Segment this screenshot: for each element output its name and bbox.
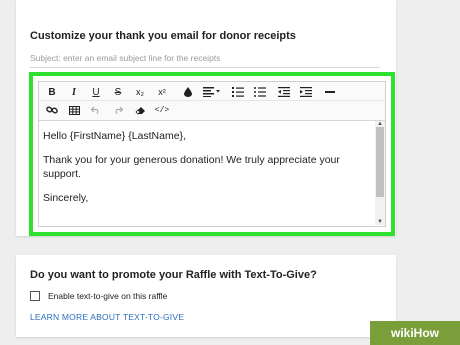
insert-link-button[interactable]	[43, 102, 61, 118]
email-section-heading: Customize your thank you email for donor…	[30, 30, 296, 42]
strikethrough-button[interactable]: S	[109, 84, 127, 100]
text-to-give-label: Enable text-to-give on this raffle	[48, 291, 168, 301]
wikihow-watermark: wiki How	[370, 321, 460, 345]
indent-button[interactable]	[297, 84, 315, 100]
greeting-line: Hello {FirstName} {LastName},	[43, 130, 186, 142]
text-color-button[interactable]	[179, 84, 197, 100]
italic-button[interactable]: I	[65, 84, 83, 100]
horizontal-rule-button[interactable]	[321, 84, 339, 100]
bold-button[interactable]: B	[43, 84, 61, 100]
align-dropdown[interactable]	[201, 84, 223, 100]
source-code-button[interactable]: </>	[153, 102, 171, 118]
bulleted-list-button[interactable]	[251, 84, 269, 100]
text-to-give-option[interactable]: Enable text-to-give on this raffle	[30, 291, 167, 301]
subscript-button[interactable]: x₂	[131, 84, 149, 100]
watermark-prefix: wiki	[390, 326, 414, 340]
text-to-give-checkbox[interactable]	[30, 291, 40, 301]
indent-icon	[300, 87, 312, 97]
redo-button[interactable]	[109, 102, 127, 118]
watermark-suffix: How	[413, 326, 440, 340]
editor-body[interactable]: Hello {FirstName} {LastName}, Thank you …	[39, 121, 374, 225]
align-left-icon	[203, 87, 220, 97]
eraser-icon	[134, 106, 145, 115]
insert-table-button[interactable]	[65, 102, 83, 118]
outdent-icon	[278, 87, 290, 97]
numbered-list-button[interactable]	[229, 84, 247, 100]
link-icon	[46, 106, 58, 114]
editor-toolbar: B I U S x₂ x² </>	[39, 82, 385, 121]
scroll-down-icon[interactable]: ▼	[376, 219, 384, 225]
editor-highlight-box: B I U S x₂ x² </> Hello {FirstName} {Las…	[29, 72, 395, 236]
clear-format-button[interactable]	[131, 102, 149, 118]
undo-icon	[91, 106, 99, 114]
learn-more-link[interactable]: LEARN MORE ABOUT TEXT-TO-GIVE	[30, 312, 184, 322]
editor-scrollbar[interactable]: ▲ ▼	[375, 121, 385, 225]
rich-text-editor[interactable]: B I U S x₂ x² </> Hello {FirstName} {Las…	[38, 81, 386, 227]
closing-line: Sincerely,	[43, 192, 89, 204]
undo-button[interactable]	[87, 102, 105, 118]
subject-input[interactable]: Subject: enter an email subject line for…	[30, 53, 380, 68]
bulleted-list-icon	[254, 87, 266, 97]
superscript-button[interactable]: x²	[153, 84, 171, 100]
outdent-button[interactable]	[275, 84, 293, 100]
toolbar-divider	[39, 100, 385, 101]
thanks-line: Thank you for your generous donation! We…	[43, 154, 340, 180]
redo-icon	[115, 106, 123, 114]
table-icon	[68, 105, 80, 115]
ink-drop-icon	[184, 87, 192, 97]
text-to-give-card: Do you want to promote your Raffle with …	[16, 255, 396, 337]
underline-button[interactable]: U	[87, 84, 105, 100]
horizontal-rule-icon	[325, 91, 335, 93]
numbered-list-icon	[232, 87, 244, 97]
text-to-give-heading: Do you want to promote your Raffle with …	[30, 269, 317, 281]
scrollbar-thumb[interactable]	[376, 127, 384, 197]
